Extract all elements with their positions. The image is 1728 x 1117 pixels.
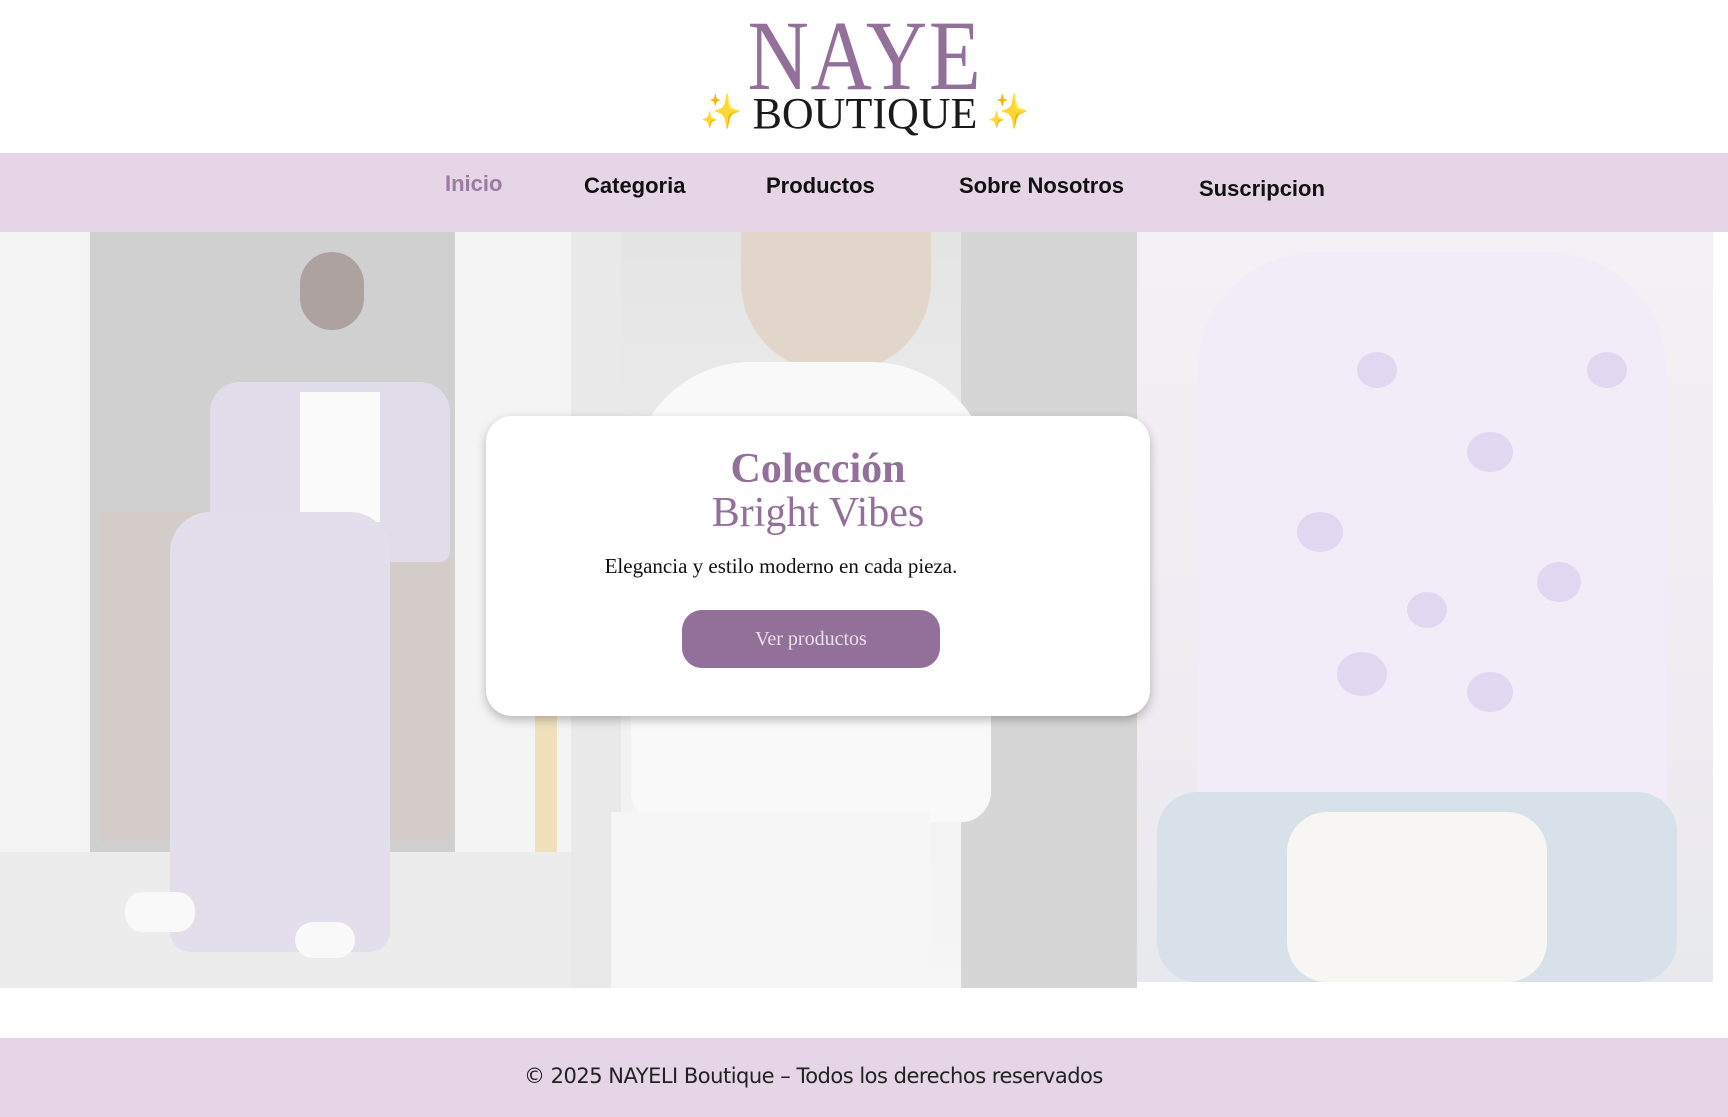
hero-title: Colección <box>730 446 906 492</box>
nav-item-suscripcion[interactable]: Suscripcion <box>1199 176 1325 202</box>
main-navigation: Inicio Categoria Productos Sobre Nosotro… <box>0 153 1728 232</box>
sparkle-icon: ✨ <box>700 93 743 131</box>
ver-productos-button[interactable]: Ver productos <box>682 610 940 668</box>
nav-item-productos[interactable]: Productos <box>766 173 875 199</box>
footer: © 2025 NAYELI Boutique – Todos los derec… <box>0 1038 1728 1117</box>
nav-item-inicio[interactable]: Inicio <box>445 171 502 197</box>
logo-subtitle-row: ✨ BOUTIQUE ✨ <box>700 92 1030 142</box>
hero-subtitle: Bright Vibes <box>711 490 925 536</box>
boutique-logo[interactable]: NAYE ✨ BOUTIQUE ✨ <box>700 0 1030 150</box>
hero-tagline: Elegancia y estilo moderno en cada pieza… <box>604 554 958 578</box>
hero-image-heart-sweater <box>1137 232 1713 982</box>
page: NAYE ✨ BOUTIQUE ✨ Inicio Categoria Product… <box>0 0 1728 1117</box>
hero-card: Colección Bright Vibes Elegancia y estil… <box>486 416 1150 716</box>
nav-item-sobre-nosotros[interactable]: Sobre Nosotros <box>959 173 1124 199</box>
logo-subtitle: BOUTIQUE <box>752 89 978 138</box>
footer-copyright: © 2025 NAYELI Boutique – Todos los derec… <box>524 1064 1103 1088</box>
nav-item-categoria[interactable]: Categoria <box>584 173 685 199</box>
sparkle-icon: ✨ <box>987 93 1030 131</box>
